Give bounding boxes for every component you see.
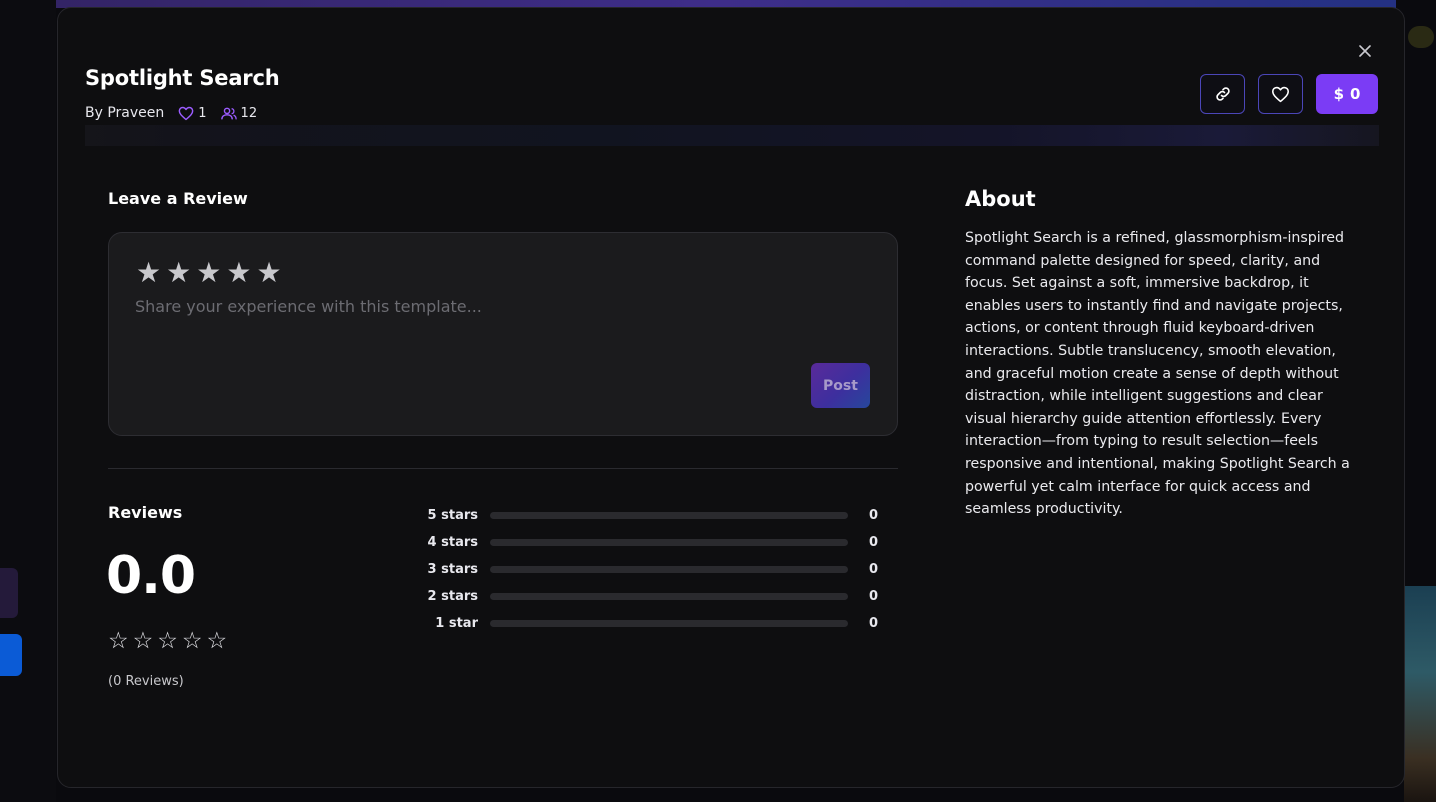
reviews-heading: Reviews	[108, 503, 183, 522]
average-rating-stars: ☆ ☆ ☆ ☆ ☆	[108, 630, 227, 653]
about-heading: About	[965, 187, 1036, 211]
distribution-label: 1 star	[435, 616, 478, 631]
distribution-bar	[490, 593, 848, 600]
preview-banner	[85, 125, 1379, 146]
price-button[interactable]: $ 0	[1316, 74, 1378, 114]
close-button[interactable]	[1354, 40, 1376, 62]
rating-distribution: 5 stars 0 4 stars 0 3 stars 0 2 stars 0 1 star 0	[418, 502, 878, 637]
backdrop-sidebar-item	[0, 568, 18, 618]
star-input-1[interactable]: ★	[136, 259, 161, 287]
template-meta: By Praveen 1 12	[85, 105, 271, 121]
dollar-icon: $	[1333, 85, 1344, 103]
distribution-bar	[490, 566, 848, 573]
heart-icon	[178, 106, 194, 120]
star-outline-icon: ☆	[206, 628, 228, 654]
distribution-row: 1 star 0	[418, 610, 878, 637]
template-title: Spotlight Search	[85, 66, 280, 90]
divider	[108, 468, 898, 469]
review-form: ★★★★★ Post	[108, 232, 898, 436]
distribution-row: 2 stars 0	[418, 583, 878, 610]
heart-icon	[1272, 86, 1289, 102]
price-value: 0	[1350, 85, 1361, 103]
about-description: Spotlight Search is a refined, glassmorp…	[965, 230, 1350, 518]
template-details-modal: Spotlight Search By Praveen 1 12 $ 0 Lea…	[57, 7, 1405, 788]
distribution-label: 4 stars	[427, 535, 478, 550]
star-input-5[interactable]: ★	[256, 259, 281, 287]
distribution-bar	[490, 512, 848, 519]
post-button[interactable]: Post	[811, 363, 870, 408]
scroll-cutoff-content	[108, 754, 508, 764]
users-count: 12	[240, 105, 258, 121]
distribution-label: 2 stars	[427, 589, 478, 604]
star-input-3[interactable]: ★	[196, 259, 221, 287]
star-rating-input[interactable]: ★ ★ ★ ★ ★	[136, 259, 282, 287]
distribution-row: 3 stars 0	[418, 556, 878, 583]
backdrop-thumbnail	[1404, 586, 1436, 802]
distribution-count: 0	[868, 535, 878, 550]
copy-link-button[interactable]	[1200, 74, 1245, 114]
star-input-4[interactable]: ★	[226, 259, 251, 287]
users-icon	[220, 107, 237, 119]
favorite-button[interactable]	[1258, 74, 1303, 114]
backdrop-sidebar-active-item	[0, 634, 22, 676]
backdrop-badge	[1408, 26, 1434, 48]
leave-review-heading: Leave a Review	[108, 189, 248, 208]
distribution-bar	[490, 620, 848, 627]
star-outline-icon: ☆	[132, 628, 154, 654]
close-icon	[1359, 45, 1371, 57]
likes-count: 1	[198, 105, 207, 121]
star-outline-icon: ☆	[181, 628, 203, 654]
average-rating: 0.0	[106, 546, 196, 606]
backdrop-sidebar	[0, 0, 56, 802]
distribution-bar	[490, 539, 848, 546]
distribution-label: 3 stars	[427, 562, 478, 577]
link-icon	[1215, 87, 1230, 101]
distribution-count: 0	[868, 616, 878, 631]
distribution-count: 0	[868, 508, 878, 523]
header-actions: $ 0	[1200, 74, 1378, 114]
star-outline-icon: ☆	[108, 628, 129, 654]
distribution-row: 4 stars 0	[418, 529, 878, 556]
author-link[interactable]: By Praveen	[85, 105, 164, 121]
distribution-count: 0	[868, 589, 878, 604]
distribution-label: 5 stars	[427, 508, 478, 523]
review-textarea[interactable]	[135, 297, 875, 357]
review-count: (0 Reviews)	[108, 674, 184, 689]
distribution-row: 5 stars 0	[418, 502, 878, 529]
users-stat: 12	[220, 105, 258, 121]
likes-stat: 1	[178, 105, 207, 121]
star-outline-icon: ☆	[157, 628, 178, 654]
star-input-2[interactable]: ★	[166, 259, 191, 287]
distribution-count: 0	[868, 562, 878, 577]
